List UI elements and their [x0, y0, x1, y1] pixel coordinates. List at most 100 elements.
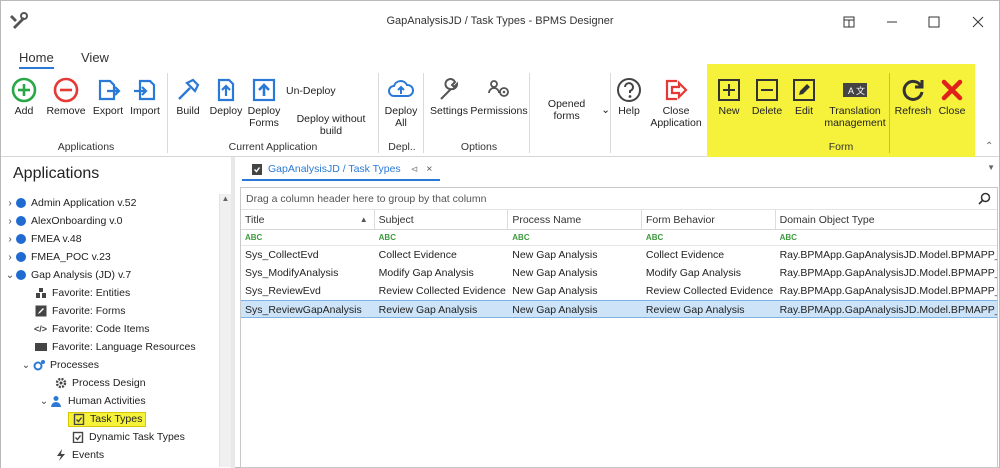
tree-item-dynamic-task-types[interactable]: Dynamic Task Types — [1, 428, 219, 446]
tree-item-gap-analysis[interactable]: ⌄ Gap Analysis (JD) v.7 — [1, 266, 219, 284]
build-button[interactable]: Build — [173, 77, 203, 117]
tree-item-favorite-forms[interactable]: Favorite: Forms — [1, 302, 219, 320]
pin-icon[interactable]: ⊲ — [411, 164, 419, 175]
tree-item-processes[interactable]: ⌄ Processes — [1, 356, 219, 374]
deploy-all-button[interactable]: Deploy All — [383, 77, 419, 129]
tree-item-task-types[interactable]: Task Types — [1, 410, 219, 428]
cell-process-name: New Gap Analysis — [512, 285, 598, 297]
app-dot-icon — [16, 198, 26, 208]
group-panel[interactable]: Drag a column header here to group by th… — [241, 188, 997, 210]
group-label-applications: Applications — [57, 141, 115, 153]
chevron-right-icon[interactable]: › — [4, 252, 16, 263]
tab-list-dropdown-icon[interactable]: ▼ — [987, 163, 995, 172]
table-row-selected[interactable]: Sys_ReviewGapAnalysis Review Gap Analysi… — [241, 300, 997, 318]
refresh-icon — [902, 79, 924, 101]
table-row[interactable]: Sys_ReviewEvd Review Collected Evidence … — [241, 282, 997, 300]
maximize-icon[interactable] — [919, 11, 949, 33]
tree-item-admin-application[interactable]: › Admin Application v.52 — [1, 194, 219, 212]
tree-item-favorite-entities[interactable]: Favorite: Entities — [1, 284, 219, 302]
edit-button[interactable]: Edit — [789, 77, 819, 117]
cell-form-behavior: Modify Gap Analysis — [645, 267, 742, 279]
chevron-right-icon[interactable]: › — [4, 234, 16, 245]
help-button[interactable]: Help — [613, 77, 645, 117]
deploy-forms-button[interactable]: Deploy Forms — [247, 77, 281, 129]
tree-item-favorite-code-items[interactable]: </> Favorite: Code Items — [1, 320, 219, 338]
column-header-domain-object-type[interactable]: Domain Object Type — [776, 210, 997, 229]
cell-subject: Collect Evidence — [378, 249, 457, 261]
delete-button[interactable]: Delete — [749, 77, 785, 117]
close-tab-icon[interactable]: × — [426, 163, 432, 175]
clipboard-check-icon — [250, 163, 263, 176]
svg-text:A: A — [848, 86, 854, 96]
minus-circle-icon — [53, 77, 79, 103]
tree-item-human-activities[interactable]: ⌄ Human Activities — [1, 392, 219, 410]
tree-item-fmea[interactable]: › FMEA v.48 — [1, 230, 219, 248]
close-application-button[interactable]: Close Application — [649, 77, 703, 129]
chevron-right-icon[interactable]: › — [4, 198, 16, 209]
tree-item-events[interactable]: Events — [1, 446, 219, 464]
cell-domain-object-type: Ray.BPMApp.GapAnalysisJD.Model.BPMAPP_Ga… — [779, 267, 997, 279]
code-icon: </> — [34, 324, 48, 334]
tree-scrollbar[interactable]: ▲ — [219, 194, 231, 467]
filter-cell[interactable]: ABC — [508, 230, 642, 245]
group-separator — [378, 73, 379, 153]
plus-circle-icon — [11, 77, 37, 103]
permissions-button[interactable]: Permissions — [470, 77, 528, 117]
filter-cell[interactable]: ABC — [776, 230, 997, 245]
filter-cell[interactable]: ABC — [642, 230, 776, 245]
chevron-right-icon[interactable]: › — [4, 216, 16, 227]
settings-button[interactable]: Settings — [429, 77, 469, 117]
table-row[interactable]: Sys_CollectEvd Collect Evidence New Gap … — [241, 246, 997, 264]
column-header-process-name[interactable]: Process Name — [508, 210, 642, 229]
minimize-icon[interactable] — [877, 11, 907, 33]
close-button[interactable]: Close — [936, 77, 968, 117]
app-dot-icon — [16, 216, 26, 226]
deploy-button[interactable]: Deploy — [209, 77, 243, 117]
filter-cell[interactable]: ABC — [241, 230, 375, 245]
tree-item-alexonboarding[interactable]: › AlexOnboarding v.0 — [1, 212, 219, 230]
column-header-subject[interactable]: Subject — [375, 210, 509, 229]
tab-view[interactable]: View — [81, 50, 109, 65]
add-button[interactable]: Add — [9, 77, 39, 117]
cell-subject: Modify Gap Analysis — [378, 267, 474, 279]
import-button[interactable]: Import — [128, 77, 162, 117]
tab-home[interactable]: Home — [19, 50, 54, 69]
scroll-up-icon[interactable]: ▲ — [220, 194, 231, 204]
table-row[interactable]: Sys_ModifyAnalysis Modify Gap Analysis N… — [241, 264, 997, 282]
translation-management-button[interactable]: A文 Translation management — [823, 77, 887, 129]
applications-panel: Applications › Admin Application v.52 › Al… — [1, 157, 235, 468]
filter-cell[interactable]: ABC — [375, 230, 509, 245]
svg-text:文: 文 — [856, 85, 865, 96]
chevron-down-icon[interactable]: ⌄ — [4, 270, 16, 281]
panel-splitter[interactable] — [231, 157, 235, 468]
undeploy-button[interactable]: Un-Deploy — [286, 85, 341, 97]
cloud-upload-icon — [388, 80, 414, 97]
close-window-icon[interactable] — [963, 11, 993, 33]
restore-layout-icon[interactable] — [834, 11, 864, 33]
permissions-icon — [488, 80, 509, 97]
edit-icon — [793, 79, 815, 101]
group-label-options: Options — [460, 141, 498, 153]
column-header-title[interactable]: Title ▲ — [241, 210, 375, 229]
export-button[interactable]: Export — [91, 77, 125, 117]
main-area: GapAnalysisJD / Task Types ⊲ × ▼ Drag a … — [237, 157, 999, 468]
chevron-down-icon[interactable]: ⌄ — [20, 360, 32, 371]
tree-item-favorite-language-resources[interactable]: Favorite: Language Resources — [1, 338, 219, 356]
column-header-form-behavior[interactable]: Form Behavior — [642, 210, 776, 229]
collapse-ribbon-icon[interactable]: ⌃ — [985, 141, 993, 152]
lightning-icon — [54, 449, 67, 462]
refresh-button[interactable]: Refresh — [894, 77, 932, 117]
search-icon[interactable] — [978, 192, 991, 205]
tree-item-fmea-poc[interactable]: › FMEA_POC v.23 — [1, 248, 219, 266]
opened-forms-dropdown[interactable]: Opened forms ⌄ — [535, 98, 610, 122]
cell-domain-object-type: Ray.BPMApp.GapAnalysisJD.Model.BPMAPP_Ga… — [779, 285, 997, 297]
deploy-forms-icon — [252, 78, 276, 102]
deploy-without-build-button[interactable]: Deploy without build — [286, 113, 376, 137]
group-label-form: Form — [828, 141, 854, 153]
document-tab[interactable]: GapAnalysisJD / Task Types ⊲ × — [242, 159, 441, 181]
chevron-down-icon[interactable]: ⌄ — [38, 396, 50, 407]
remove-button[interactable]: Remove — [45, 77, 87, 117]
tree-item-process-design[interactable]: Process Design — [1, 374, 219, 392]
new-button[interactable]: New — [714, 77, 744, 117]
task-types-grid: Drag a column header here to group by th… — [240, 187, 998, 468]
